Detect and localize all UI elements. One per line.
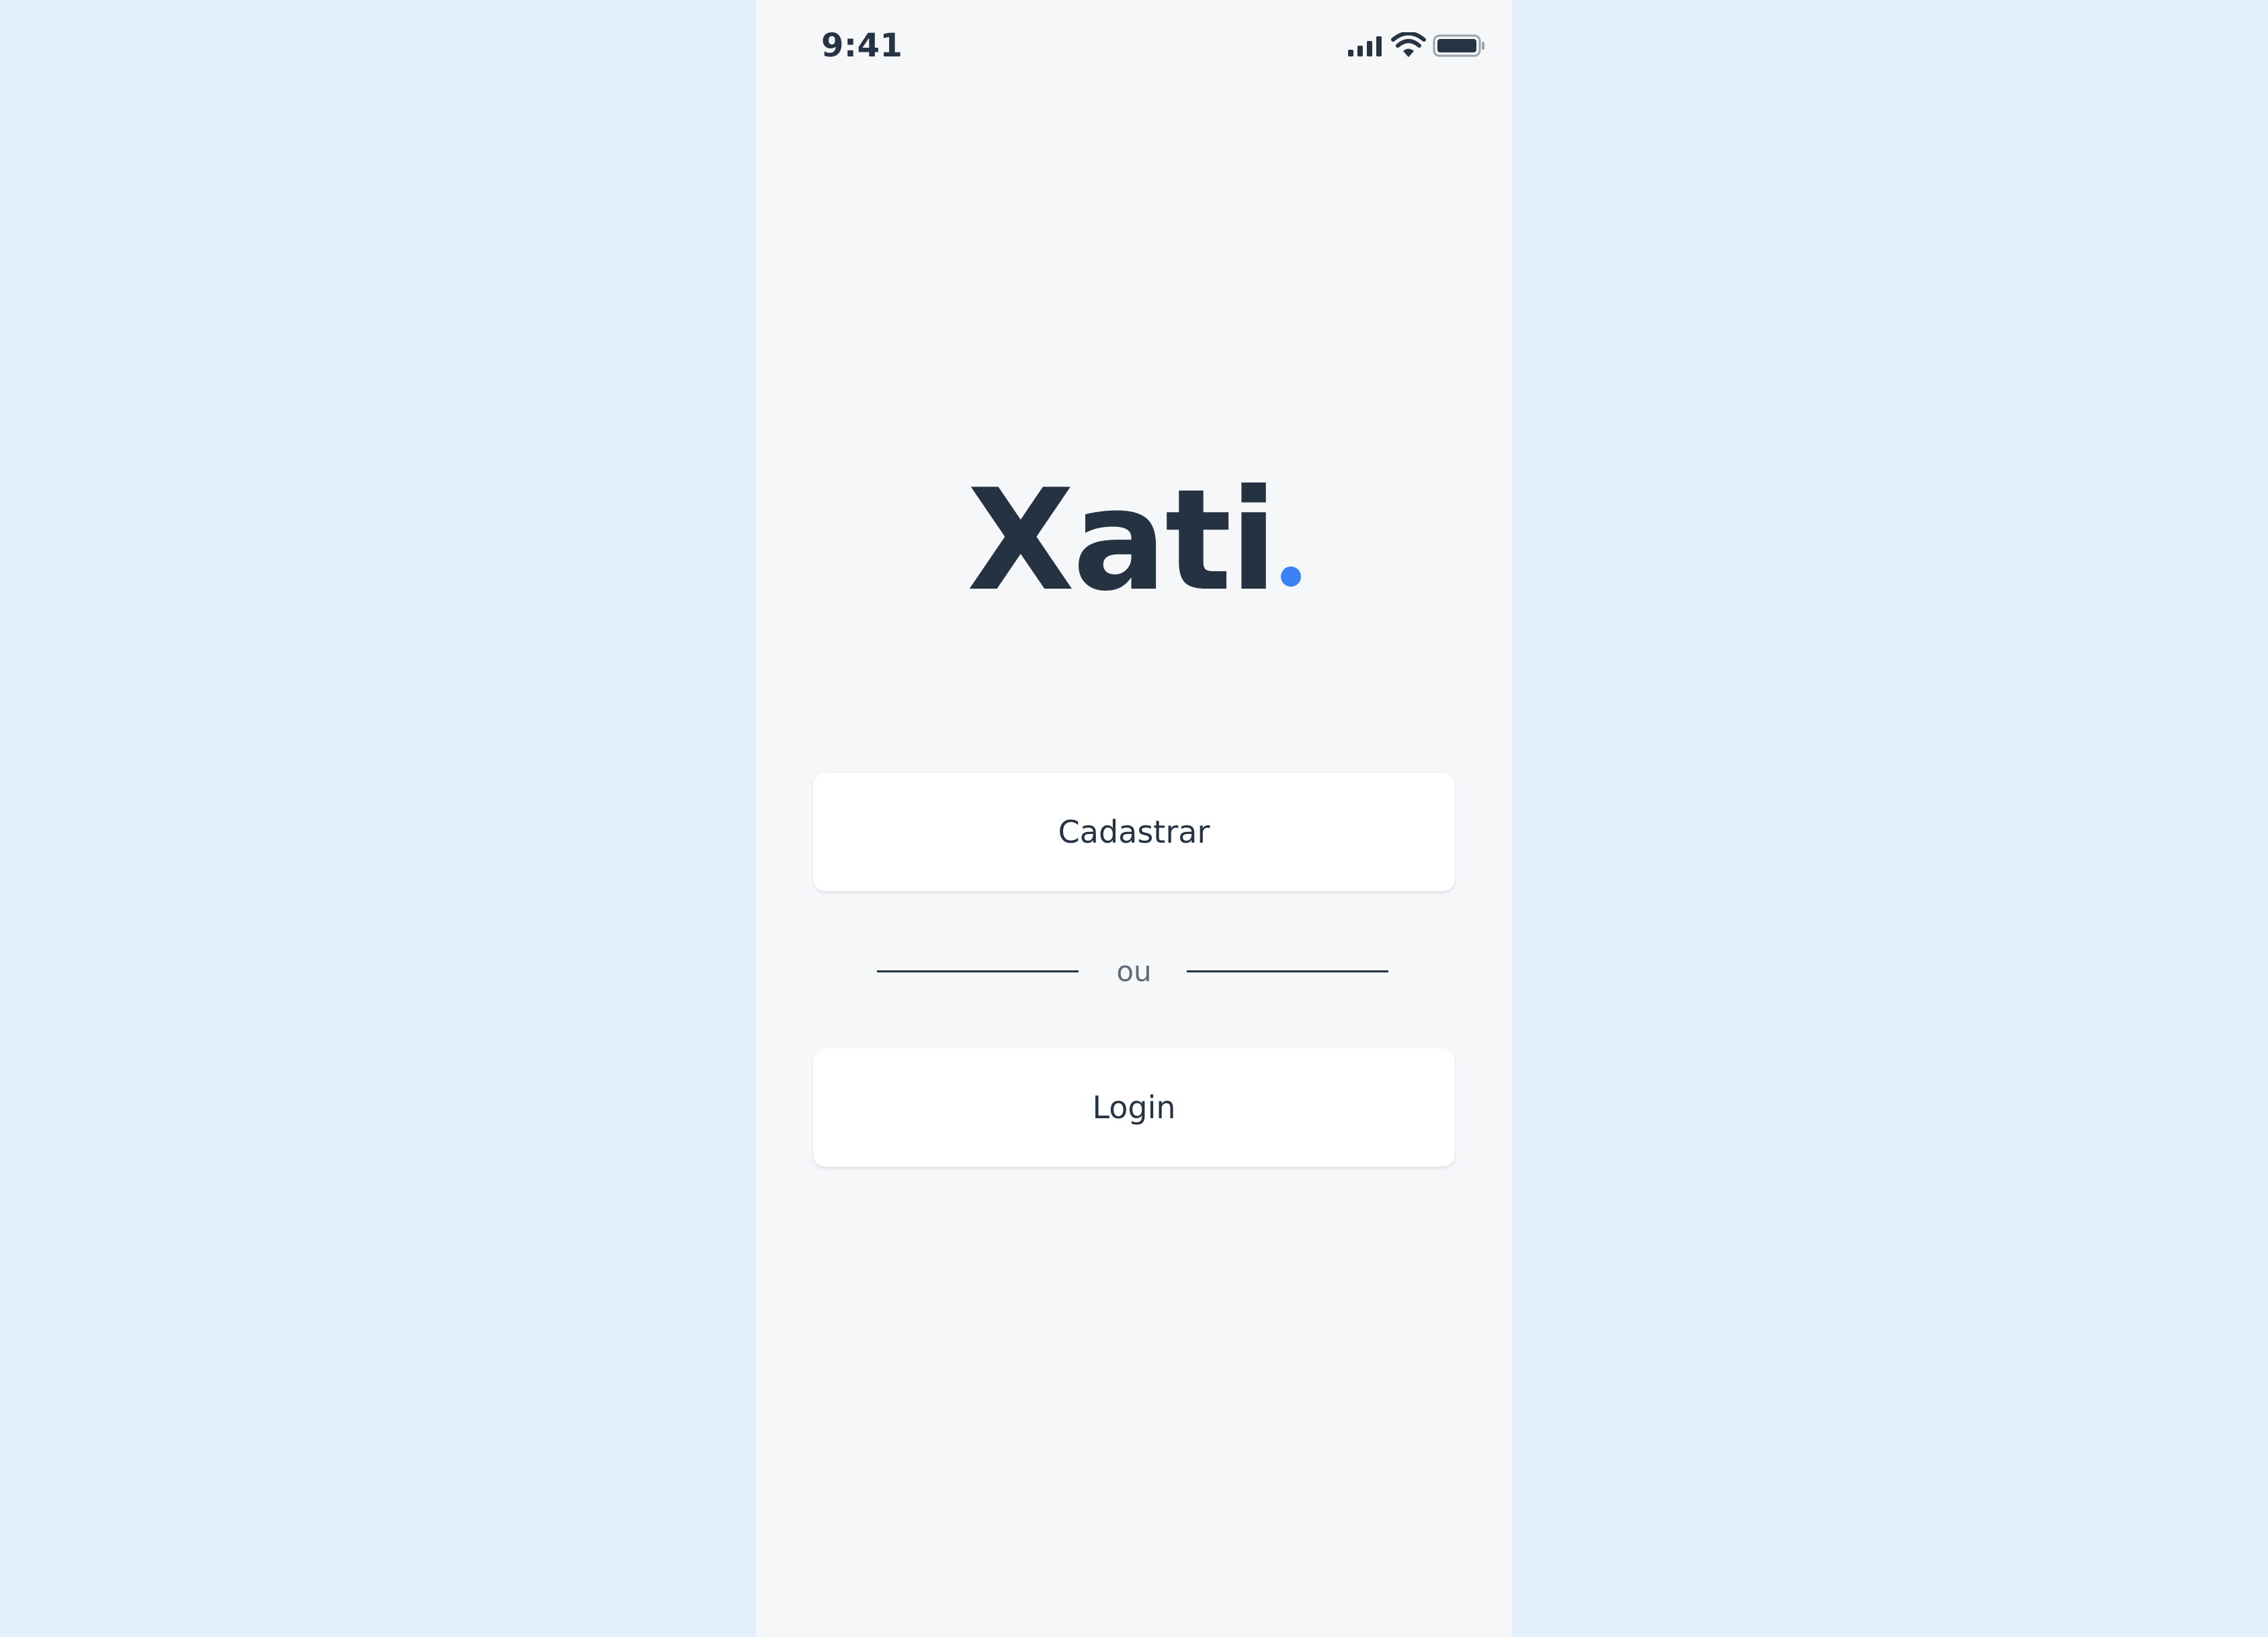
page-background: 9:41 Xati Cadastrar ou Login <box>0 0 2268 1637</box>
or-divider: ou <box>756 955 1512 989</box>
status-icons <box>1347 31 1486 62</box>
phone-screen: 9:41 Xati Cadastrar ou Login <box>756 0 1512 1637</box>
divider-line-right <box>1187 970 1388 972</box>
divider-line-left <box>877 970 1079 972</box>
wifi-icon <box>1391 32 1426 57</box>
app-logo: Xati <box>756 464 1512 618</box>
register-button[interactable]: Cadastrar <box>813 773 1455 891</box>
divider-label: ou <box>1116 955 1152 988</box>
login-button[interactable]: Login <box>813 1048 1455 1167</box>
cellular-signal-icon <box>1348 36 1382 56</box>
logo-dot <box>1281 566 1302 587</box>
status-time: 9:41 <box>821 27 903 65</box>
battery-icon <box>1433 34 1484 57</box>
logo-text: Xati <box>966 460 1277 622</box>
